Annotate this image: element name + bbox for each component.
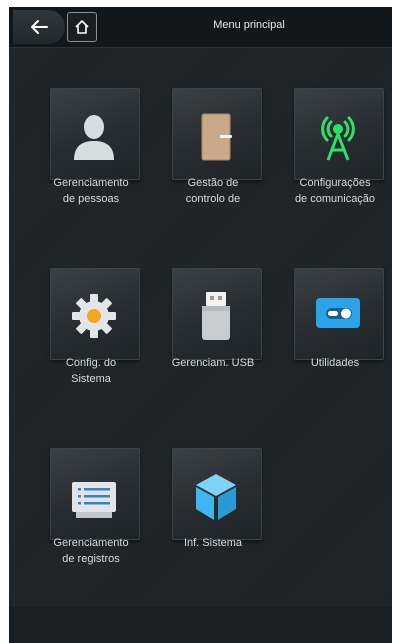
door-icon [201, 113, 232, 161]
tile-access-control[interactable]: Gestão de controlo de [153, 88, 273, 205]
arrow-left-icon [31, 20, 48, 34]
back-button[interactable] [13, 10, 65, 44]
tile-label: Inf. Sistema [183, 537, 243, 549]
tile-label: Gerenciamento de pessoas [53, 177, 129, 205]
toggle-icon [316, 298, 360, 328]
records-icon [72, 482, 116, 518]
main-menu-screen: Menu principal Gerenciamento de pessoas … [9, 7, 392, 643]
tile-records-management[interactable]: Gerenciamento de registros [31, 448, 151, 565]
page-title: Menu principal [213, 19, 285, 31]
person-icon [74, 115, 114, 160]
home-button[interactable] [67, 12, 97, 42]
bottom-area [9, 607, 392, 643]
tile-utilities[interactable]: Utilidades [275, 268, 392, 383]
gear-icon [72, 294, 116, 338]
tile-system-config[interactable]: Config. do Sistema [31, 268, 151, 385]
top-bar: Menu principal [9, 7, 392, 48]
tile-person-management[interactable]: Gerenciamento de pessoas [31, 88, 151, 205]
home-icon [75, 20, 89, 34]
cube-icon [196, 474, 236, 520]
tile-label: Configurações de comunicação [294, 177, 376, 205]
usb-drive-icon [202, 292, 230, 340]
tile-usb-management[interactable]: Gerenciam. USB [153, 268, 273, 383]
tile-label: Utilidades [310, 357, 360, 369]
tile-system-info[interactable]: Inf. Sistema [153, 448, 273, 563]
tile-label: Gerenciam. USB [171, 357, 255, 369]
tile-label: Config. do Sistema [65, 357, 117, 385]
tile-label: Gerenciamento de registros [53, 537, 129, 565]
antenna-icon [321, 116, 355, 161]
tile-communication-settings[interactable]: Configurações de comunicação [275, 88, 392, 205]
tile-label: Gestão de controlo de [185, 177, 241, 205]
